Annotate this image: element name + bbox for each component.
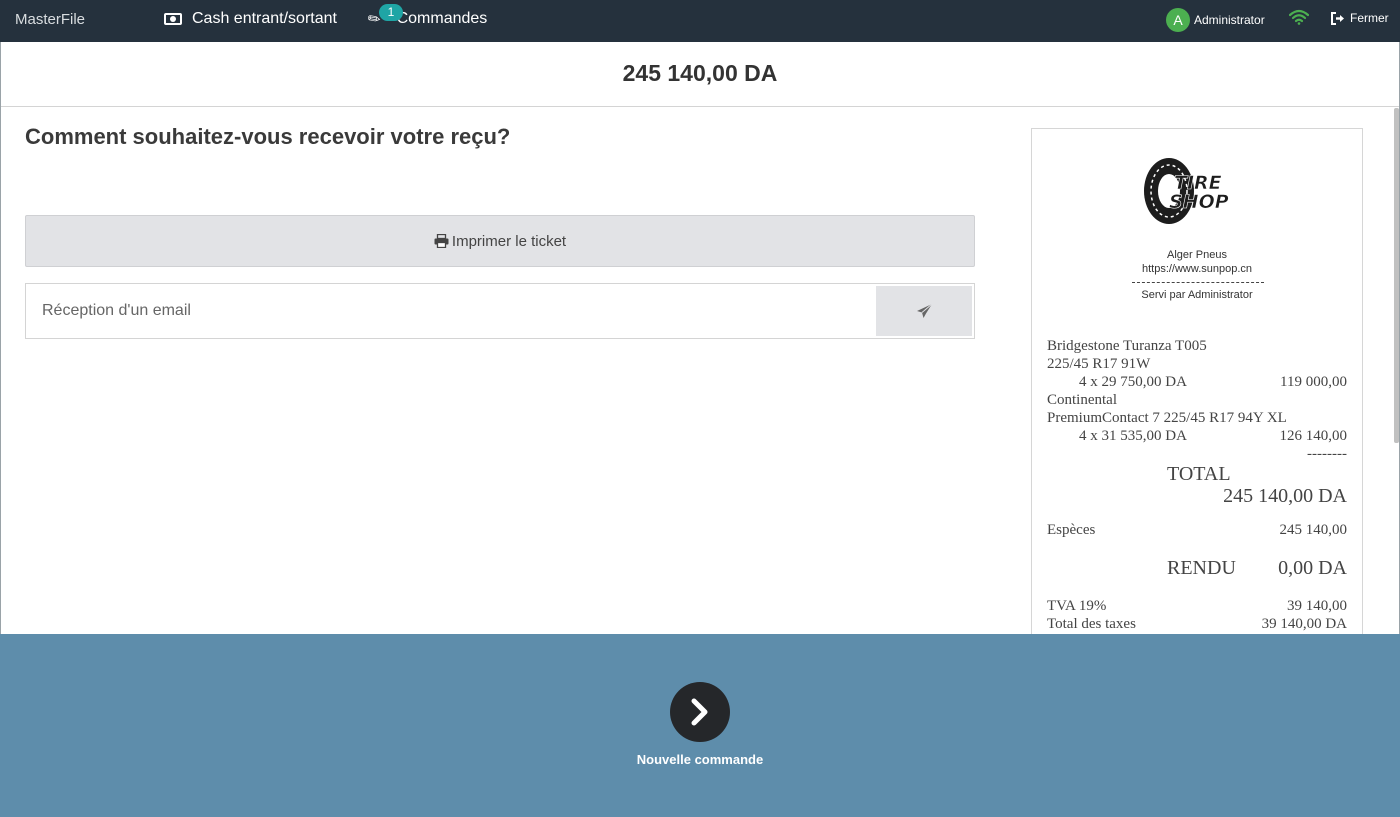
new-order-label: Nouvelle commande <box>636 752 764 767</box>
tire-shop-logo: TIRE SHOP <box>1144 158 1229 224</box>
total-value: 245 140,00 DA <box>1223 485 1347 507</box>
tax-label: TVA 19% <box>1047 598 1107 614</box>
line-1-amount: 119 000,00 <box>1280 374 1347 390</box>
cash-in-out-button[interactable]: Cash entrant/sortant <box>164 10 337 28</box>
amount-due: 245 140,00 DA <box>622 60 778 86</box>
new-order-button[interactable] <box>670 682 730 742</box>
close-session-button[interactable]: Fermer <box>1330 11 1389 25</box>
orders-count-badge: 1 <box>379 4 403 21</box>
receipt-divider <box>1132 282 1264 283</box>
top-navbar: MasterFile Cash entrant/sortant ✎ 1 Comm… <box>0 0 1400 42</box>
orders-button[interactable]: ✎ 1 Commandes <box>365 4 488 30</box>
receipt-question: Comment souhaitez-vous recevoir votre re… <box>25 124 511 149</box>
line-2-qty-price: 4 x 31 535,00 DA <box>1079 428 1187 444</box>
print-ticket-button[interactable]: Imprimer le ticket <box>25 215 975 267</box>
line-1-product-size: 225/45 R17 91W <box>1047 356 1151 372</box>
chevron-right-icon <box>691 698 708 726</box>
brand-name[interactable]: MasterFile <box>15 11 85 28</box>
user-name: Administrator <box>1194 13 1265 27</box>
payment-method-label: Espèces <box>1047 522 1096 538</box>
line-2-product-size: PremiumContact 7 225/45 R17 94Y XL <box>1047 410 1287 426</box>
send-email-button[interactable] <box>876 286 972 336</box>
line-1-qty-price: 4 x 29 750,00 DA <box>1079 374 1187 390</box>
paper-plane-icon <box>916 303 932 318</box>
receipt-preview: TIRE SHOP Alger Pneus https://www.sunpop… <box>1031 128 1363 648</box>
line-2-amount: 126 140,00 <box>1279 428 1348 444</box>
change-label: RENDU <box>1167 557 1236 579</box>
logo-text-shop: SHOP <box>1169 191 1229 213</box>
close-label: Fermer <box>1350 11 1389 25</box>
line-2-product-name: Continental <box>1047 392 1117 408</box>
wifi-icon[interactable] <box>1289 9 1309 25</box>
print-ticket-label: Imprimer le ticket <box>451 232 567 250</box>
cash-icon <box>164 13 182 25</box>
total-tax-label: Total des taxes <box>1047 616 1136 632</box>
subtotal-separator: -------- <box>1307 446 1347 462</box>
bottom-action-panel: Nouvelle commande <box>0 634 1400 817</box>
total-tax-value: 39 140,00 DA <box>1261 616 1347 632</box>
user-menu[interactable]: A Administrator <box>1166 8 1265 32</box>
payment-amount: 245 140,00 <box>1279 522 1348 538</box>
total-label: TOTAL <box>1167 463 1231 485</box>
served-by: Servi par Administrator <box>1141 289 1253 301</box>
amount-header: 245 140,00 DA <box>1 42 1399 107</box>
email-receipt-group <box>25 283 975 339</box>
page-scrollbar[interactable] <box>1394 108 1399 443</box>
printer-icon <box>434 234 449 248</box>
sign-out-icon <box>1331 11 1344 25</box>
tax-value: 39 140,00 <box>1287 598 1347 614</box>
change-value: 0,00 DA <box>1278 557 1347 579</box>
email-input[interactable] <box>42 298 862 324</box>
orders-label: Commandes <box>396 10 488 27</box>
avatar: A <box>1166 8 1190 32</box>
shop-name: Alger Pneus <box>1167 249 1227 261</box>
line-1-product-name: Bridgestone Turanza T005 <box>1047 338 1207 354</box>
shop-url: https://www.sunpop.cn <box>1141 263 1253 275</box>
cash-in-out-label: Cash entrant/sortant <box>192 10 337 27</box>
